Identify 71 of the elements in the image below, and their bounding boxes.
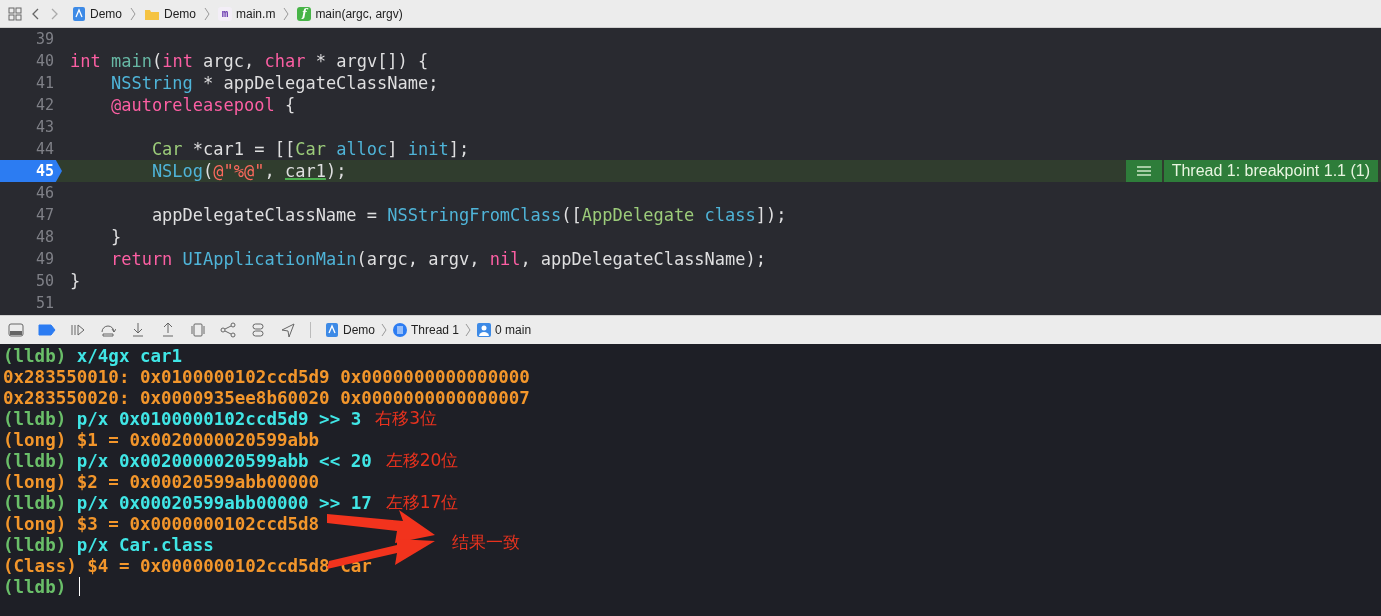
breakpoint-icon[interactable]	[38, 324, 56, 336]
console-line: (lldb) p/x 0x0020000020599abb << 20	[3, 450, 372, 471]
breadcrumb-item[interactable]: Thread 1	[411, 323, 460, 337]
step-into-icon[interactable]	[130, 322, 146, 338]
view-hierarchy-icon[interactable]	[190, 322, 206, 338]
breadcrumb-item[interactable]: Demo	[164, 6, 197, 21]
code-line: }	[69, 271, 81, 291]
annotation-text: 结果一致	[452, 531, 520, 554]
code-line: NSLog(@"%@", car1);	[150, 161, 347, 181]
line-number: 49	[34, 249, 55, 270]
hide-console-icon[interactable]	[8, 322, 24, 338]
line-number: 42	[34, 95, 55, 116]
grid-icon[interactable]	[8, 6, 22, 21]
chevron-icon	[283, 6, 290, 21]
breakpoint-annotation: Thread 1: breakpoint 1.1 (1)	[1163, 160, 1378, 182]
console-line: (long) $2 = 0x00020599abb00000	[3, 471, 320, 492]
graph-icon[interactable]	[220, 322, 236, 338]
project-icon	[72, 6, 86, 21]
code-line: @autoreleasepool {	[109, 95, 296, 115]
console-line: (lldb) x/4gx car1	[3, 345, 183, 366]
person-icon	[477, 323, 492, 337]
chevron-icon	[204, 6, 211, 21]
menu-button[interactable]	[1125, 160, 1162, 182]
console-line: (long) $3 = 0x0000000102ccd5d8	[3, 513, 320, 534]
code-line: return UIApplicationMain(argc, argv, nil, appDelegateClassName);	[109, 249, 766, 269]
breadcrumb-item[interactable]: main(argc, argv)	[315, 6, 403, 21]
annotation-text: 左移20位	[385, 449, 459, 472]
line-number: 39	[34, 29, 55, 50]
chevron-icon	[465, 323, 472, 337]
line-number: 50	[34, 271, 55, 292]
line-number: 43	[34, 117, 55, 138]
line-number: 47	[34, 205, 55, 226]
console-line: 0x283550010: 0x0100000102ccd5d9 0x0000000000000000	[3, 366, 530, 387]
annotation-text: 左移17位	[385, 491, 459, 514]
toggle-icon[interactable]	[250, 322, 266, 338]
location-icon[interactable]	[280, 322, 296, 338]
file-icon: m	[218, 6, 233, 21]
breadcrumb-item[interactable]: 0 main	[495, 323, 532, 337]
line-number: 44	[34, 139, 55, 160]
step-over-icon[interactable]	[100, 322, 116, 338]
console-line: (lldb) p/x 0x00020599abb00000 >> 17	[3, 492, 372, 513]
thread-icon	[393, 323, 407, 337]
code-line: appDelegateClassName = NSStringFromClass([AppDelegate class]);	[150, 205, 787, 225]
line-number: 51	[34, 293, 55, 314]
console-line: (lldb)	[3, 576, 67, 597]
chevron-icon	[381, 323, 387, 337]
continue-icon[interactable]	[70, 322, 86, 338]
annotation-text: 右移3位	[375, 407, 438, 430]
menu-icon	[1136, 166, 1151, 176]
breadcrumb-item[interactable]: Demo	[90, 6, 122, 21]
console-line: (lldb) p/x Car.class	[3, 534, 214, 555]
breadcrumb-item[interactable]: Demo	[343, 323, 375, 337]
line-number: 48	[34, 227, 55, 248]
console-line: 0x283550020: 0x0000935ee8b60020 0x0000000000000007	[3, 387, 530, 408]
line-number: 41	[34, 73, 55, 94]
console-line: (long) $1 = 0x0020000020599abb	[3, 429, 320, 450]
console-line: (lldb) p/x 0x0100000102ccd5d9 >> 3	[3, 408, 362, 429]
code-line: Car *car1 = [[Car alloc] init];	[150, 139, 470, 159]
app-icon	[325, 323, 339, 337]
line-number: 40	[34, 51, 55, 72]
code-line: }	[109, 227, 122, 247]
breadcrumb-item[interactable]: main.m	[236, 6, 276, 21]
forward-icon[interactable]	[50, 7, 58, 20]
step-out-icon[interactable]	[160, 322, 176, 338]
code-line: int main(int argc, char * argv[]) {	[69, 51, 429, 71]
back-icon[interactable]	[32, 7, 40, 20]
function-icon: f	[297, 6, 312, 21]
chevron-icon	[130, 6, 136, 21]
breakpoint-marker[interactable]: 45	[0, 160, 62, 182]
code-line: NSString * appDelegateClassName;	[109, 73, 439, 93]
line-number: 46	[34, 183, 55, 204]
